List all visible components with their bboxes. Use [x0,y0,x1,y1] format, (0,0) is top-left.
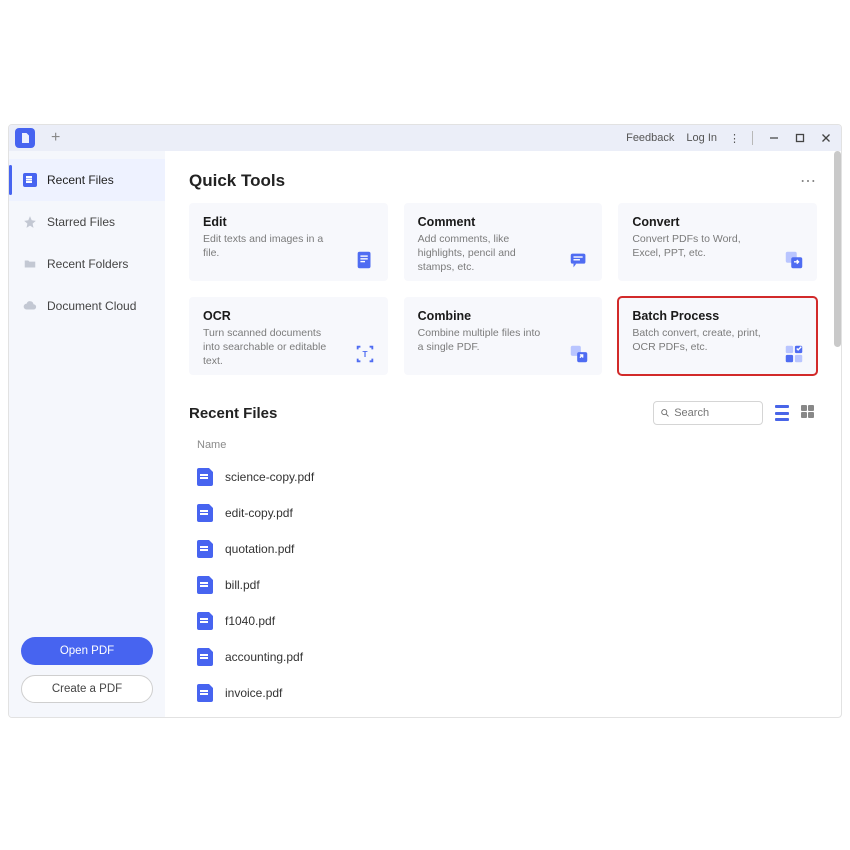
sidebar: Recent Files Starred Files Recent Folder… [9,151,165,717]
pdf-file-icon [197,612,213,630]
tool-title: Edit [203,215,374,229]
file-row[interactable]: edit-copy.pdf [189,495,817,531]
pdf-file-icon [197,540,213,558]
tool-card-batch-process[interactable]: Batch Process Batch convert, create, pri… [618,297,817,375]
new-tab-button[interactable]: + [51,129,60,147]
file-row[interactable]: science-copy.pdf [189,459,817,495]
search-input[interactable] [674,407,756,419]
list-view-toggle[interactable] [775,405,791,421]
tool-desc: Add comments, like highlights, pencil an… [418,232,548,275]
file-row[interactable]: f1040.pdf [189,603,817,639]
sidebar-item-label: Recent Files [47,173,114,187]
file-row[interactable]: quotation.pdf [189,531,817,567]
file-row[interactable]: bill.pdf [189,567,817,603]
tool-title: OCR [203,309,374,323]
pdf-file-icon [197,468,213,486]
window-maximize-icon[interactable] [791,129,809,147]
document-icon [23,173,37,187]
quick-tools-heading: Quick Tools [189,171,285,191]
window-close-icon[interactable] [817,129,835,147]
tool-title: Comment [418,215,589,229]
app-window: + Feedback Log In ⋮ [8,124,842,718]
tool-desc: Convert PDFs to Word, Excel, PPT, etc. [632,232,762,260]
pdf-file-icon [197,684,213,702]
scrollbar[interactable] [834,151,841,347]
tool-title: Batch Process [632,309,803,323]
window-minimize-icon[interactable] [765,129,783,147]
pdf-file-icon [197,504,213,522]
titlebar-menu-icon[interactable]: ⋮ [729,132,740,145]
cloud-icon [23,299,37,313]
tool-card-ocr[interactable]: OCR Turn scanned documents into searchab… [189,297,388,375]
login-link[interactable]: Log In [686,132,717,144]
title-bar: + Feedback Log In ⋮ [9,125,841,151]
tool-title: Convert [632,215,803,229]
file-name: quotation.pdf [225,542,294,556]
sidebar-item-document-cloud[interactable]: Document Cloud [9,285,165,327]
tool-desc: Turn scanned documents into searchable o… [203,326,333,369]
folder-icon [23,257,37,271]
sidebar-item-label: Document Cloud [47,299,136,313]
combine-icon [568,343,590,365]
tool-card-edit[interactable]: Edit Edit texts and images in a file. [189,203,388,281]
tool-card-comment[interactable]: Comment Add comments, like highlights, p… [404,203,603,281]
recent-file-list: science-copy.pdf edit-copy.pdf quotation.p… [189,459,817,711]
tool-card-convert[interactable]: Convert Convert PDFs to Word, Excel, PPT… [618,203,817,281]
file-row[interactable]: invoice.pdf [189,675,817,711]
open-pdf-button[interactable]: Open PDF [21,637,153,665]
tool-desc: Edit texts and images in a file. [203,232,333,260]
file-name: invoice.pdf [225,686,282,700]
search-icon [660,407,670,419]
svg-text:T: T [362,350,367,359]
comment-icon [568,249,590,271]
create-pdf-button[interactable]: Create a PDF [21,675,153,703]
file-name: edit-copy.pdf [225,506,293,520]
grid-view-toggle[interactable] [801,405,817,421]
file-name: science-copy.pdf [225,470,314,484]
sidebar-item-label: Starred Files [47,215,115,229]
search-input-container[interactable] [653,401,763,425]
batch-icon [783,343,805,365]
sidebar-item-recent-folders[interactable]: Recent Folders [9,243,165,285]
tool-desc: Combine multiple files into a single PDF… [418,326,548,354]
convert-icon [783,249,805,271]
tool-title: Combine [418,309,589,323]
main-content: Quick Tools ⋯ Edit Edit texts and images… [165,151,841,717]
pdf-file-icon [197,576,213,594]
feedback-link[interactable]: Feedback [626,132,674,144]
recent-files-heading: Recent Files [189,405,277,422]
column-header-name: Name [189,435,817,459]
quick-tools-grid: Edit Edit texts and images in a file. Co… [189,203,817,375]
tool-desc: Batch convert, create, print, OCR PDFs, … [632,326,762,354]
sidebar-item-starred-files[interactable]: Starred Files [9,201,165,243]
edit-icon [354,249,376,271]
tool-card-combine[interactable]: Combine Combine multiple files into a si… [404,297,603,375]
ocr-icon: T [354,343,376,365]
sidebar-item-label: Recent Folders [47,257,128,271]
app-logo[interactable] [15,128,35,148]
pdf-file-icon [197,648,213,666]
file-name: bill.pdf [225,578,260,592]
quick-tools-menu-icon[interactable]: ⋯ [800,171,817,191]
sidebar-item-recent-files[interactable]: Recent Files [9,159,165,201]
file-row[interactable]: accounting.pdf [189,639,817,675]
separator [752,131,753,145]
file-name: f1040.pdf [225,614,275,628]
star-icon [23,215,37,229]
file-name: accounting.pdf [225,650,303,664]
